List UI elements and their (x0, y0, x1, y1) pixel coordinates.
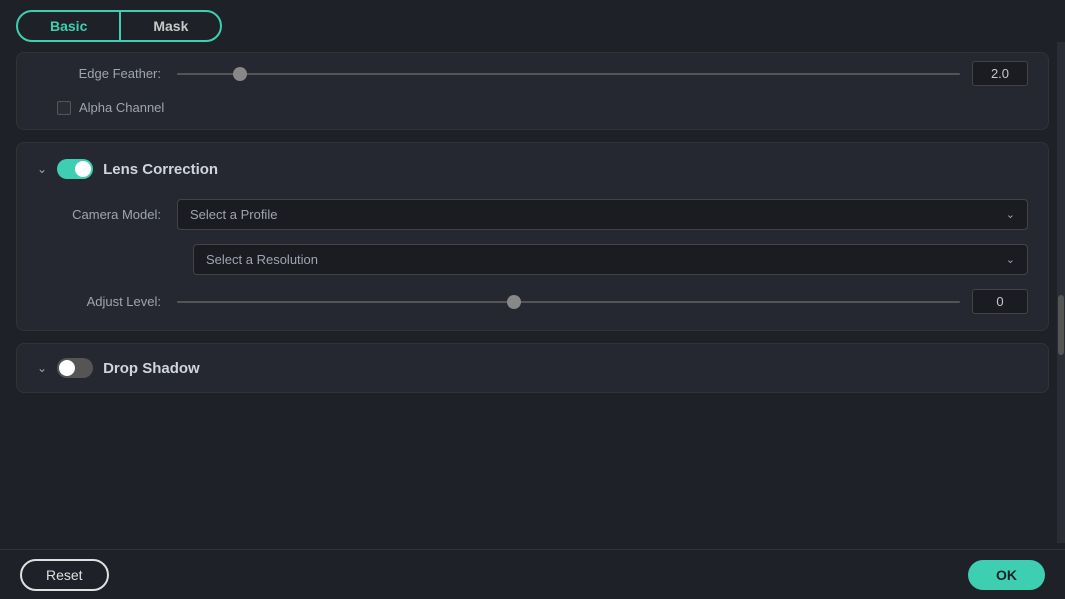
edge-feather-label: Edge Feather: (37, 66, 177, 81)
adjust-level-thumb[interactable] (507, 295, 521, 309)
edge-feather-fill (177, 73, 240, 75)
lens-correction-chevron[interactable]: ⌄ (37, 162, 47, 176)
ok-button[interactable]: OK (968, 560, 1045, 590)
scrollbar-thumb[interactable] (1058, 295, 1064, 355)
camera-model-dropdown[interactable]: Select a Profile ⌄ (177, 199, 1028, 230)
drop-shadow-toggle[interactable] (57, 358, 93, 378)
drop-shadow-toggle-thumb (59, 360, 75, 376)
alpha-channel-checkbox[interactable] (57, 101, 71, 115)
resolution-chevron-icon: ⌄ (1006, 253, 1015, 266)
alpha-channel-row: Alpha Channel (37, 100, 1028, 115)
edge-feather-value[interactable]: 2.0 (972, 61, 1028, 86)
camera-model-row: Camera Model: Select a Profile ⌄ (37, 199, 1028, 230)
camera-model-label: Camera Model: (37, 207, 177, 222)
scrollbar[interactable] (1057, 42, 1065, 543)
lens-correction-panel: ⌄ Lens Correction Camera Model: Select a… (16, 142, 1049, 331)
tab-bar: Basic Mask (0, 0, 1065, 52)
tab-mask[interactable]: Mask (121, 12, 220, 40)
drop-shadow-chevron[interactable]: ⌄ (37, 361, 47, 375)
lens-correction-title: Lens Correction (103, 161, 218, 178)
adjust-level-label: Adjust Level: (37, 294, 177, 309)
adjust-level-fill (177, 301, 514, 303)
reset-button[interactable]: Reset (20, 559, 109, 591)
resolution-dropdown[interactable]: Select a Resolution ⌄ (193, 244, 1028, 275)
main-container: Basic Mask Edge Feather: 2.0 Alpha Chann… (0, 0, 1065, 599)
camera-model-chevron-icon: ⌄ (1006, 208, 1015, 221)
adjust-level-slider[interactable] (177, 301, 960, 303)
drop-shadow-title: Drop Shadow (103, 360, 200, 377)
lens-correction-header: ⌄ Lens Correction (37, 159, 1028, 179)
toggle-thumb (75, 161, 91, 177)
content-area: Edge Feather: 2.0 Alpha Channel ⌄ (0, 52, 1065, 549)
resolution-value: Select a Resolution (206, 252, 318, 267)
bottom-bar: Reset OK (0, 549, 1065, 599)
adjust-level-row: Adjust Level: 0 (37, 289, 1028, 314)
drop-shadow-panel: ⌄ Drop Shadow (16, 343, 1049, 393)
edge-panel: Edge Feather: 2.0 Alpha Channel (16, 52, 1049, 130)
edge-feather-slider[interactable] (177, 73, 960, 75)
camera-model-value: Select a Profile (190, 207, 277, 222)
lens-correction-toggle[interactable] (57, 159, 93, 179)
resolution-row: Select a Resolution ⌄ (37, 244, 1028, 275)
edge-feather-row: Edge Feather: 2.0 (37, 61, 1028, 86)
adjust-level-value[interactable]: 0 (972, 289, 1028, 314)
alpha-channel-label: Alpha Channel (79, 100, 164, 115)
edge-feather-thumb[interactable] (233, 67, 247, 81)
tab-group: Basic Mask (16, 10, 222, 42)
tab-basic[interactable]: Basic (18, 12, 119, 40)
